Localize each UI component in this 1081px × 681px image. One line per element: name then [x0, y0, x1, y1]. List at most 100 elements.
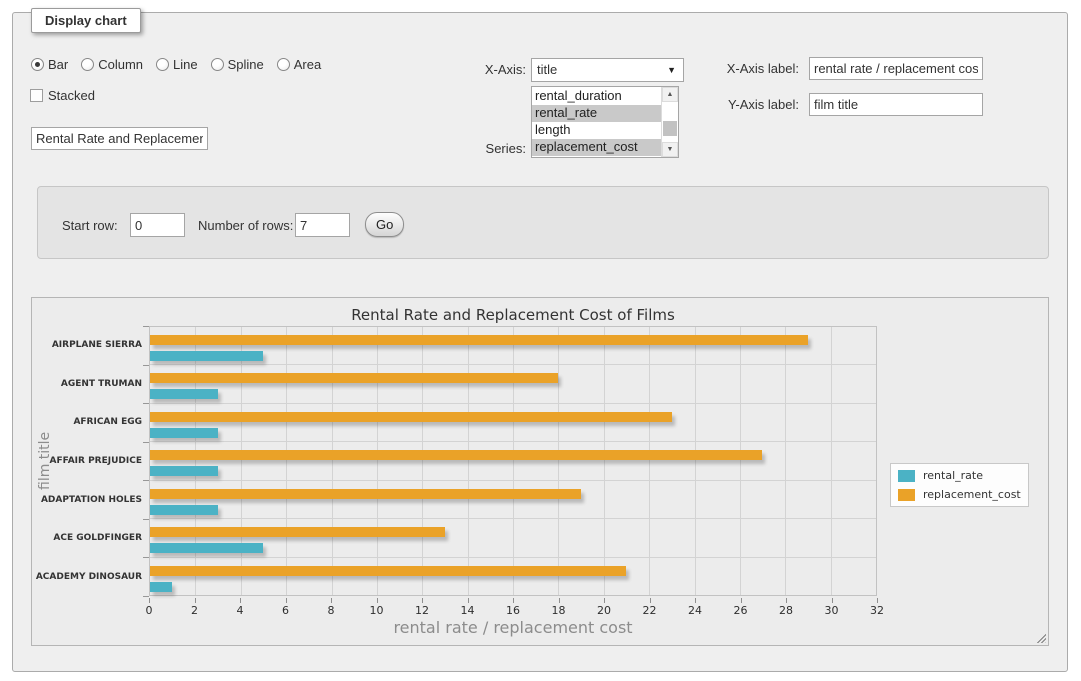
series-option-length[interactable]: length [532, 122, 661, 139]
chart-type-label: Line [173, 57, 198, 72]
chart-title: Rental Rate and Replacement Cost of Film… [149, 306, 877, 324]
radio-button-icon[interactable] [277, 58, 290, 71]
x-tick-mark [741, 598, 742, 603]
legend-item-rental_rate: rental_rate [898, 469, 1021, 482]
series-option-rental_duration[interactable]: rental_duration [532, 88, 661, 105]
chart-type-label: Area [294, 57, 321, 72]
chart-type-radio-group: Bar Column Line Spline Area [31, 57, 321, 72]
series-option-replacement_cost[interactable]: replacement_cost [532, 139, 661, 156]
bar-rental_rate [150, 351, 263, 361]
number-of-rows-label: Number of rows: [198, 218, 293, 233]
category-axis-labels: AIRPLANE SIERRAAGENT TRUMANAFRICAN EGGAF… [32, 326, 142, 596]
x-axis-label-input[interactable] [809, 57, 983, 80]
chart-type-radio-bar[interactable]: Bar [31, 57, 68, 72]
rows-pager-panel: Start row: Number of rows: Go [37, 186, 1049, 259]
x-tick-mark [149, 598, 150, 603]
x-tick-label: 26 [734, 604, 748, 617]
legend-label: rental_rate [923, 469, 983, 482]
bar-group-ace-goldfinger [150, 519, 876, 557]
chart-type-radio-spline[interactable]: Spline [211, 57, 264, 72]
x-tick-mark [468, 598, 469, 603]
category-label: ADAPTATION HOLES [32, 480, 142, 519]
bar-group-academy-dinosaur [150, 558, 876, 595]
chart-type-label: Spline [228, 57, 264, 72]
chart-type-label: Column [98, 57, 143, 72]
bar-rows [150, 327, 876, 595]
bar-group-african-egg [150, 404, 876, 442]
y-tick-mark [143, 519, 149, 520]
bar-replacement_cost [150, 412, 672, 422]
bar-group-agent-truman [150, 365, 876, 403]
x-tick-label: 30 [825, 604, 839, 617]
x-axis-select[interactable]: title ▼ [531, 58, 684, 82]
x-axis-title: rental rate / replacement cost [149, 618, 877, 637]
chart-title-input[interactable] [31, 127, 208, 150]
x-tick-label: 14 [461, 604, 475, 617]
stacked-checkbox[interactable] [30, 89, 43, 102]
radio-button-icon[interactable] [156, 58, 169, 71]
stacked-option[interactable]: Stacked [30, 88, 95, 103]
chart-type-radio-area[interactable]: Area [277, 57, 321, 72]
chart-type-radio-column[interactable]: Column [81, 57, 143, 72]
category-label: ACE GOLDFINGER [32, 519, 142, 558]
category-label: AFFAIR PREJUDICE [32, 442, 142, 481]
x-tick-label: 22 [643, 604, 657, 617]
category-label: AGENT TRUMAN [32, 365, 142, 404]
plot-area [149, 326, 877, 596]
x-tick-mark [240, 598, 241, 603]
x-tick-label: 16 [506, 604, 520, 617]
start-row-label: Start row: [62, 218, 118, 233]
x-axis-label-field-label: X-Axis label: [668, 61, 799, 76]
y-axis-label-input[interactable] [809, 93, 983, 116]
bar-rental_rate [150, 582, 172, 592]
x-tick-mark [877, 598, 878, 603]
y-tick-mark [143, 442, 149, 443]
x-tick-mark [331, 598, 332, 603]
bar-replacement_cost [150, 373, 558, 383]
x-tick-label: 8 [328, 604, 335, 617]
legend-item-replacement_cost: replacement_cost [898, 488, 1021, 501]
x-tick-mark [604, 598, 605, 603]
chart-legend: rental_rate replacement_cost [890, 463, 1029, 507]
y-axis-label-field-label: Y-Axis label: [668, 97, 799, 112]
category-label: ACADEMY DINOSAUR [32, 557, 142, 596]
bar-rental_rate [150, 389, 218, 399]
radio-button-icon[interactable] [31, 58, 44, 71]
x-tick-label: 32 [870, 604, 884, 617]
x-tick-label: 0 [146, 604, 153, 617]
resize-grip-icon[interactable] [1035, 632, 1046, 643]
chart-container: Rental Rate and Replacement Cost of Film… [31, 297, 1049, 646]
y-tick-mark [143, 480, 149, 481]
x-tick-label: 12 [415, 604, 429, 617]
bar-replacement_cost [150, 489, 581, 499]
x-axis-ticks: 02468101214161820222426283032 [149, 598, 877, 620]
legend-swatch [898, 489, 915, 501]
x-tick-mark [513, 598, 514, 603]
chart-type-radio-line[interactable]: Line [156, 57, 198, 72]
scroll-down-icon[interactable]: ▼ [662, 142, 678, 157]
radio-button-icon[interactable] [211, 58, 224, 71]
chart-type-label: Bar [48, 57, 68, 72]
series-options: rental_durationrental_ratelengthreplacem… [532, 87, 661, 157]
scrollbar-thumb[interactable] [663, 121, 677, 136]
bar-replacement_cost [150, 566, 626, 576]
x-tick-label: 6 [282, 604, 289, 617]
go-button[interactable]: Go [365, 212, 404, 237]
x-tick-label: 4 [237, 604, 244, 617]
number-of-rows-input[interactable] [295, 213, 350, 237]
series-listbox[interactable]: rental_durationrental_ratelengthreplacem… [531, 86, 679, 158]
category-label: AFRICAN EGG [32, 403, 142, 442]
legend-swatch [898, 470, 915, 482]
bar-group-airplane-sierra [150, 327, 876, 365]
y-tick-mark [143, 365, 149, 366]
bar-rental_rate [150, 428, 218, 438]
legend-label: replacement_cost [923, 488, 1021, 501]
stacked-label: Stacked [48, 88, 95, 103]
radio-button-icon[interactable] [81, 58, 94, 71]
start-row-input[interactable] [130, 213, 185, 237]
x-axis-field-label: X-Axis: [403, 62, 526, 77]
series-option-rental_rate[interactable]: rental_rate [532, 105, 661, 122]
bar-rental_rate [150, 505, 218, 515]
x-tick-mark [286, 598, 287, 603]
x-tick-mark [695, 598, 696, 603]
